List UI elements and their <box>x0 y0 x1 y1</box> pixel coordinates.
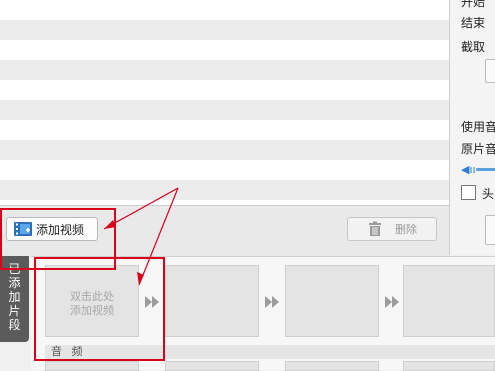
head-checkbox[interactable] <box>461 185 476 200</box>
original-audio-label: 原片音 <box>461 142 495 156</box>
chevron-right-icon <box>145 296 159 308</box>
audio-slot-4[interactable] <box>403 361 495 371</box>
settings-panel: 开始 结束 截取 使用音 原片音 ◀ıı 头 <box>449 0 495 255</box>
add-video-label: 添加视频 <box>36 222 85 237</box>
clip-slot-4[interactable] <box>403 265 495 337</box>
clip-placeholder-line1: 双击此处 <box>70 290 114 303</box>
chevron-right-icon <box>265 296 279 308</box>
video-list[interactable] <box>0 0 449 205</box>
use-audio-label: 使用音 <box>461 120 495 134</box>
clip-slot-1[interactable]: 双击此处 添加视频 <box>45 265 139 337</box>
start-label: 开始 <box>461 0 486 9</box>
timeline: 双击此处 添加视频 音 频 <box>31 256 495 371</box>
chevron-right-icon <box>385 296 399 308</box>
added-clips-label: 已添加片段 <box>8 262 21 332</box>
delete-button[interactable]: 删除 <box>347 217 437 241</box>
clip-placeholder-line2: 添加视频 <box>70 304 114 317</box>
panel-bottom-button[interactable] <box>485 215 495 245</box>
trash-icon <box>369 221 381 236</box>
audio-track-label: 音 频 <box>45 345 495 359</box>
capture-button[interactable] <box>485 59 495 83</box>
added-clips-tab[interactable]: 已添加片段 <box>0 256 29 342</box>
audio-slot-1[interactable] <box>45 361 139 371</box>
capture-label: 截取 <box>461 40 486 54</box>
volume-slider[interactable] <box>476 168 495 171</box>
delete-label: 删除 <box>395 223 417 236</box>
clip-slot-3[interactable] <box>285 265 379 337</box>
head-label: 头 <box>482 187 495 201</box>
audio-slot-3[interactable] <box>285 361 379 371</box>
audio-slot-2[interactable] <box>165 361 259 371</box>
add-video-button[interactable]: 添加视频 <box>6 217 98 241</box>
clip-slot-2[interactable] <box>165 265 259 337</box>
end-label: 结束 <box>461 16 486 30</box>
volume-icon: ◀ıı <box>461 163 476 176</box>
toolbar: 添加视频 删除 <box>0 205 449 256</box>
film-icon <box>14 222 32 236</box>
